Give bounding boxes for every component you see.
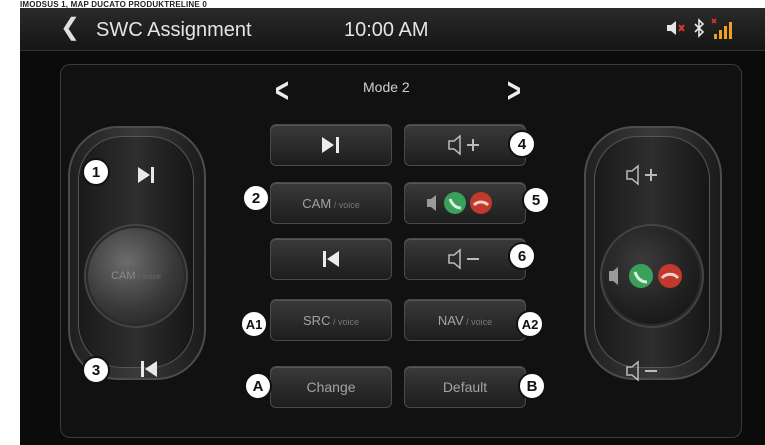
- next-track-icon: [322, 137, 339, 153]
- volume-down-icon: [448, 248, 479, 270]
- mode-label: Mode 2: [363, 79, 410, 95]
- callout-2: 2: [242, 184, 270, 212]
- src-voice-button[interactable]: SRC / voice: [270, 299, 392, 341]
- callout-1: 1: [82, 158, 110, 186]
- left-knob-sub-label: / voice: [135, 272, 161, 281]
- callout-a: A: [244, 372, 272, 400]
- left-knob-main-label: CAM: [111, 270, 136, 282]
- change-button[interactable]: Change: [270, 366, 392, 408]
- default-label: Default: [442, 379, 488, 395]
- head-unit-screen: ❮ SWC Assignment 10:00 AM < Mode 2 > CAM…: [20, 8, 765, 445]
- callout-4: 4: [508, 130, 536, 158]
- cam-voice-button[interactable]: CAM / voice: [270, 182, 392, 224]
- phone-call-icons: [609, 264, 682, 288]
- bluetooth-icon: [694, 18, 705, 38]
- previous-track-button[interactable]: [270, 238, 392, 280]
- callout-3: 3: [82, 356, 110, 384]
- signal-icon: [711, 18, 732, 39]
- next-mode-arrow-icon[interactable]: >: [507, 72, 521, 111]
- phone-call-icons: [427, 192, 492, 214]
- back-chevron-icon[interactable]: ❮: [60, 16, 80, 40]
- status-bar: ❮ SWC Assignment 10:00 AM: [20, 8, 765, 51]
- change-label: Change: [306, 379, 356, 395]
- right-center-knob[interactable]: [602, 226, 702, 326]
- previous-track-icon: [323, 251, 339, 267]
- callout-a1: A1: [240, 310, 268, 338]
- callout-5: 5: [522, 186, 550, 214]
- clock: 10:00 AM: [344, 19, 429, 41]
- src-voice-label: SRC / voice: [303, 313, 359, 328]
- src-label: SRC: [303, 312, 331, 328]
- cam-voice-sub-label: / voice: [331, 199, 360, 210]
- nav-voice-sub-label: / voice: [463, 316, 493, 327]
- nav-voice-button[interactable]: NAV / voice: [404, 299, 526, 341]
- status-icons: [665, 18, 735, 42]
- volume-up-icon: [448, 134, 479, 156]
- left-center-knob[interactable]: CAM / voice: [86, 226, 186, 326]
- volume-up-icon: [626, 164, 657, 186]
- phone-call-button[interactable]: [404, 182, 526, 224]
- callout-a2: A2: [516, 310, 544, 338]
- screen-title: SWC Assignment: [96, 19, 252, 41]
- previous-mode-arrow-icon[interactable]: <: [275, 72, 289, 111]
- src-voice-sub-label: / voice: [330, 316, 359, 327]
- left-knob-label: CAM / voice: [111, 270, 161, 282]
- cam-label: CAM: [302, 195, 332, 211]
- next-track-button[interactable]: [270, 124, 392, 166]
- nav-label: NAV: [437, 312, 464, 328]
- next-track-icon: [138, 167, 154, 183]
- mute-speaker-icon: [667, 21, 685, 35]
- previous-track-icon: [141, 361, 157, 377]
- nav-voice-label: NAV / voice: [438, 313, 492, 328]
- volume-down-icon: [626, 360, 657, 382]
- cam-voice-label: CAM / voice: [302, 196, 359, 211]
- callout-b: B: [518, 372, 546, 400]
- callout-6: 6: [508, 242, 536, 270]
- default-button[interactable]: Default: [404, 366, 526, 408]
